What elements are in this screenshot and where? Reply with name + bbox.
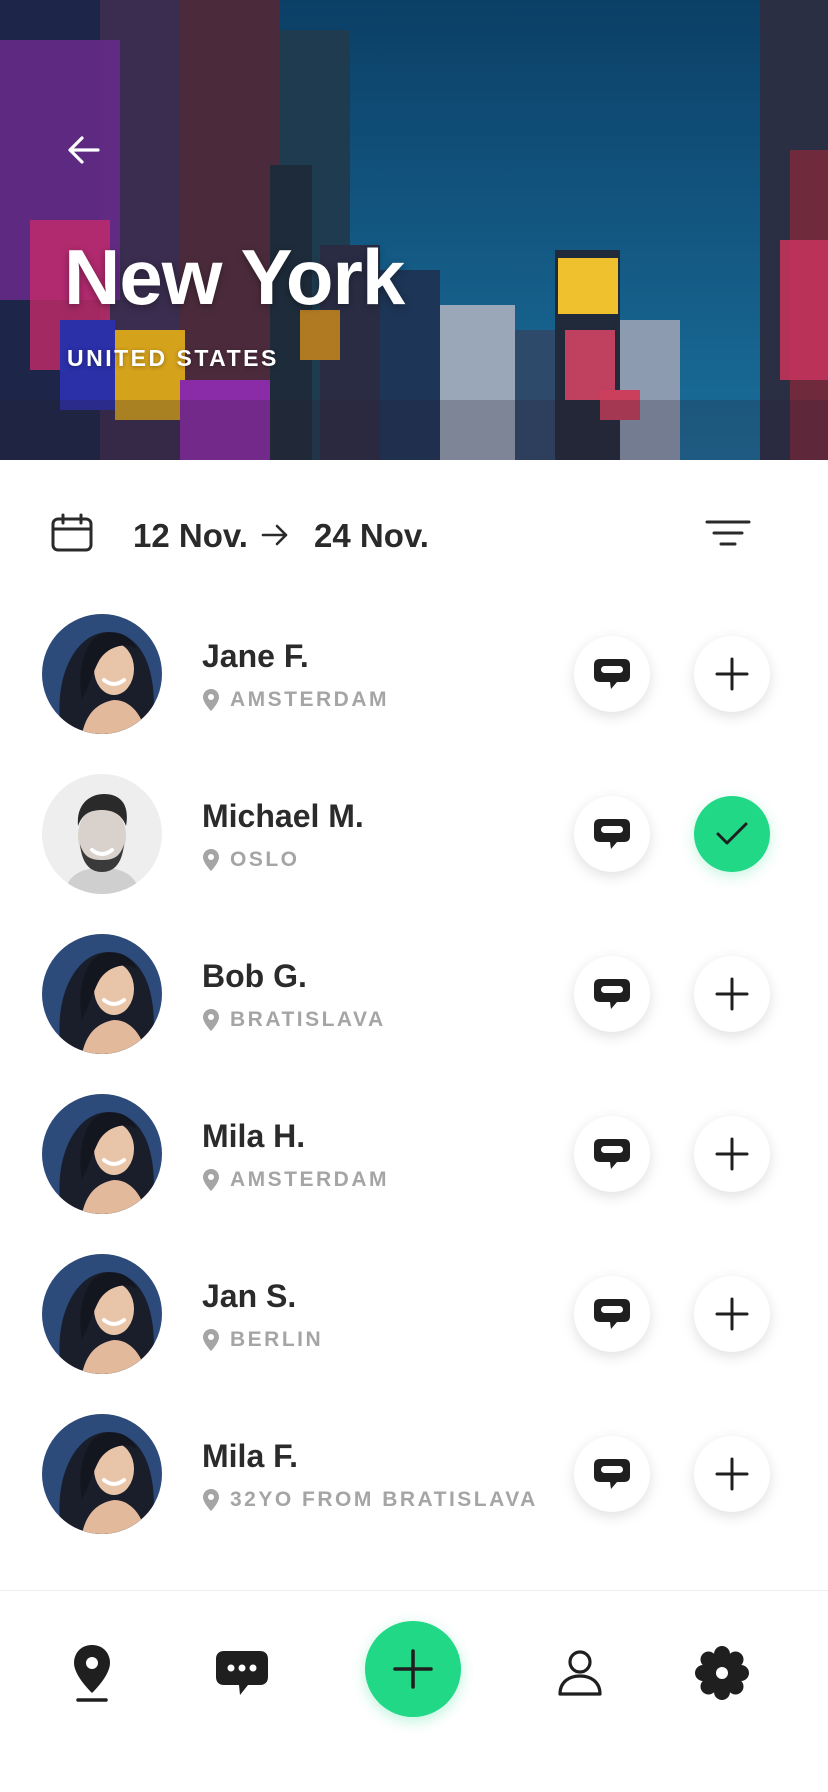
message-button[interactable] (574, 796, 650, 872)
map-pin-icon (74, 1645, 110, 1702)
person-location: AMSTERDAM (202, 688, 389, 712)
plus-icon (715, 1297, 749, 1331)
city-background-image (0, 0, 828, 460)
avatar[interactable] (42, 1094, 162, 1214)
person-name: Jan S. (202, 1278, 297, 1314)
nav-chat[interactable] (210, 1641, 274, 1705)
nav-profile[interactable] (548, 1641, 612, 1705)
calendar-icon[interactable] (50, 513, 94, 553)
location-pin-icon (203, 1489, 219, 1511)
avatar-photo (42, 1254, 162, 1374)
location-label: BERLIN (230, 1328, 324, 1351)
avatar-photo (42, 774, 162, 894)
chat-icon (594, 979, 630, 1009)
list-item[interactable]: Mila H. AMSTERDAM (0, 1080, 828, 1240)
nav-map[interactable] (60, 1641, 124, 1705)
location-label: OSLO (230, 848, 300, 871)
person-location: 32YO FROM BRATISLAVA (202, 1488, 538, 1512)
list-item[interactable]: Bob G. BRATISLAVA (0, 920, 828, 1080)
date-range-bar: 12 Nov. 24 Nov. (0, 460, 828, 610)
add-button[interactable] (694, 956, 770, 1032)
person-name: Bob G. (202, 958, 307, 994)
end-date[interactable]: 24 Nov. (314, 517, 429, 555)
add-button[interactable] (694, 1436, 770, 1512)
plus-icon (715, 1137, 749, 1171)
person-location: OSLO (202, 848, 300, 872)
avatar-photo (42, 1094, 162, 1214)
location-label: AMSTERDAM (230, 1168, 389, 1191)
filter-button[interactable] (704, 514, 752, 554)
message-button[interactable] (574, 636, 650, 712)
list-item[interactable]: Jan S. BERLIN (0, 1240, 828, 1400)
avatar-photo (42, 934, 162, 1054)
person-location: AMSTERDAM (202, 1168, 389, 1192)
location-label: 32YO FROM BRATISLAVA (230, 1488, 538, 1511)
plus-icon (715, 1457, 749, 1491)
back-button[interactable] (62, 128, 106, 172)
location-label: AMSTERDAM (230, 688, 389, 711)
nav-settings[interactable] (690, 1641, 754, 1705)
message-button[interactable] (574, 1276, 650, 1352)
avatar-photo (42, 1414, 162, 1534)
message-button[interactable] (574, 956, 650, 1032)
bottom-navigation (0, 1590, 828, 1792)
location-label: BRATISLAVA (230, 1008, 386, 1031)
avatar[interactable] (42, 934, 162, 1054)
person-location: BERLIN (202, 1328, 323, 1352)
chat-icon (594, 1299, 630, 1329)
location-pin-icon (203, 1009, 219, 1031)
avatar-photo (42, 614, 162, 734)
avatar[interactable] (42, 1414, 162, 1534)
chat-icon (594, 1139, 630, 1169)
profile-icon (558, 1650, 602, 1696)
chat-icon (594, 819, 630, 849)
add-button[interactable] (694, 1276, 770, 1352)
person-name: Mila F. (202, 1438, 299, 1474)
chat-icon (594, 659, 630, 689)
arrow-left-icon (68, 136, 100, 164)
list-item[interactable]: Mila F. 32YO FROM BRATISLAVA (0, 1400, 828, 1560)
arrow-right-icon (261, 524, 288, 546)
person-name: Mila H. (202, 1118, 306, 1154)
location-pin-icon (203, 1329, 219, 1351)
added-button[interactable] (694, 796, 770, 872)
city-title: New York (64, 233, 405, 321)
chat-icon (594, 1459, 630, 1489)
location-pin-icon (203, 849, 219, 871)
person-location: BRATISLAVA (202, 1008, 386, 1032)
plus-icon (715, 977, 749, 1011)
list-item[interactable]: Michael M. OSLO (0, 760, 828, 920)
nav-add-button[interactable] (365, 1621, 461, 1717)
chat-icon (216, 1651, 268, 1695)
message-button[interactable] (574, 1116, 650, 1192)
settings-icon (695, 1646, 749, 1700)
avatar[interactable] (42, 614, 162, 734)
hero-header: New York UNITED STATES (0, 0, 828, 460)
country-subtitle: UNITED STATES (67, 345, 279, 371)
location-pin-icon (203, 689, 219, 711)
plus-icon (393, 1649, 433, 1689)
add-button[interactable] (694, 1116, 770, 1192)
filter-icon (705, 520, 751, 546)
person-name: Jane F. (202, 638, 309, 674)
plus-icon (715, 657, 749, 691)
add-button[interactable] (694, 636, 770, 712)
message-button[interactable] (574, 1436, 650, 1512)
location-pin-icon (203, 1169, 219, 1191)
avatar[interactable] (42, 1254, 162, 1374)
check-icon (716, 822, 748, 845)
start-date[interactable]: 12 Nov. (133, 517, 248, 555)
avatar[interactable] (42, 774, 162, 894)
person-name: Michael M. (202, 798, 364, 834)
list-item[interactable]: Jane F. AMSTERDAM (0, 600, 828, 760)
